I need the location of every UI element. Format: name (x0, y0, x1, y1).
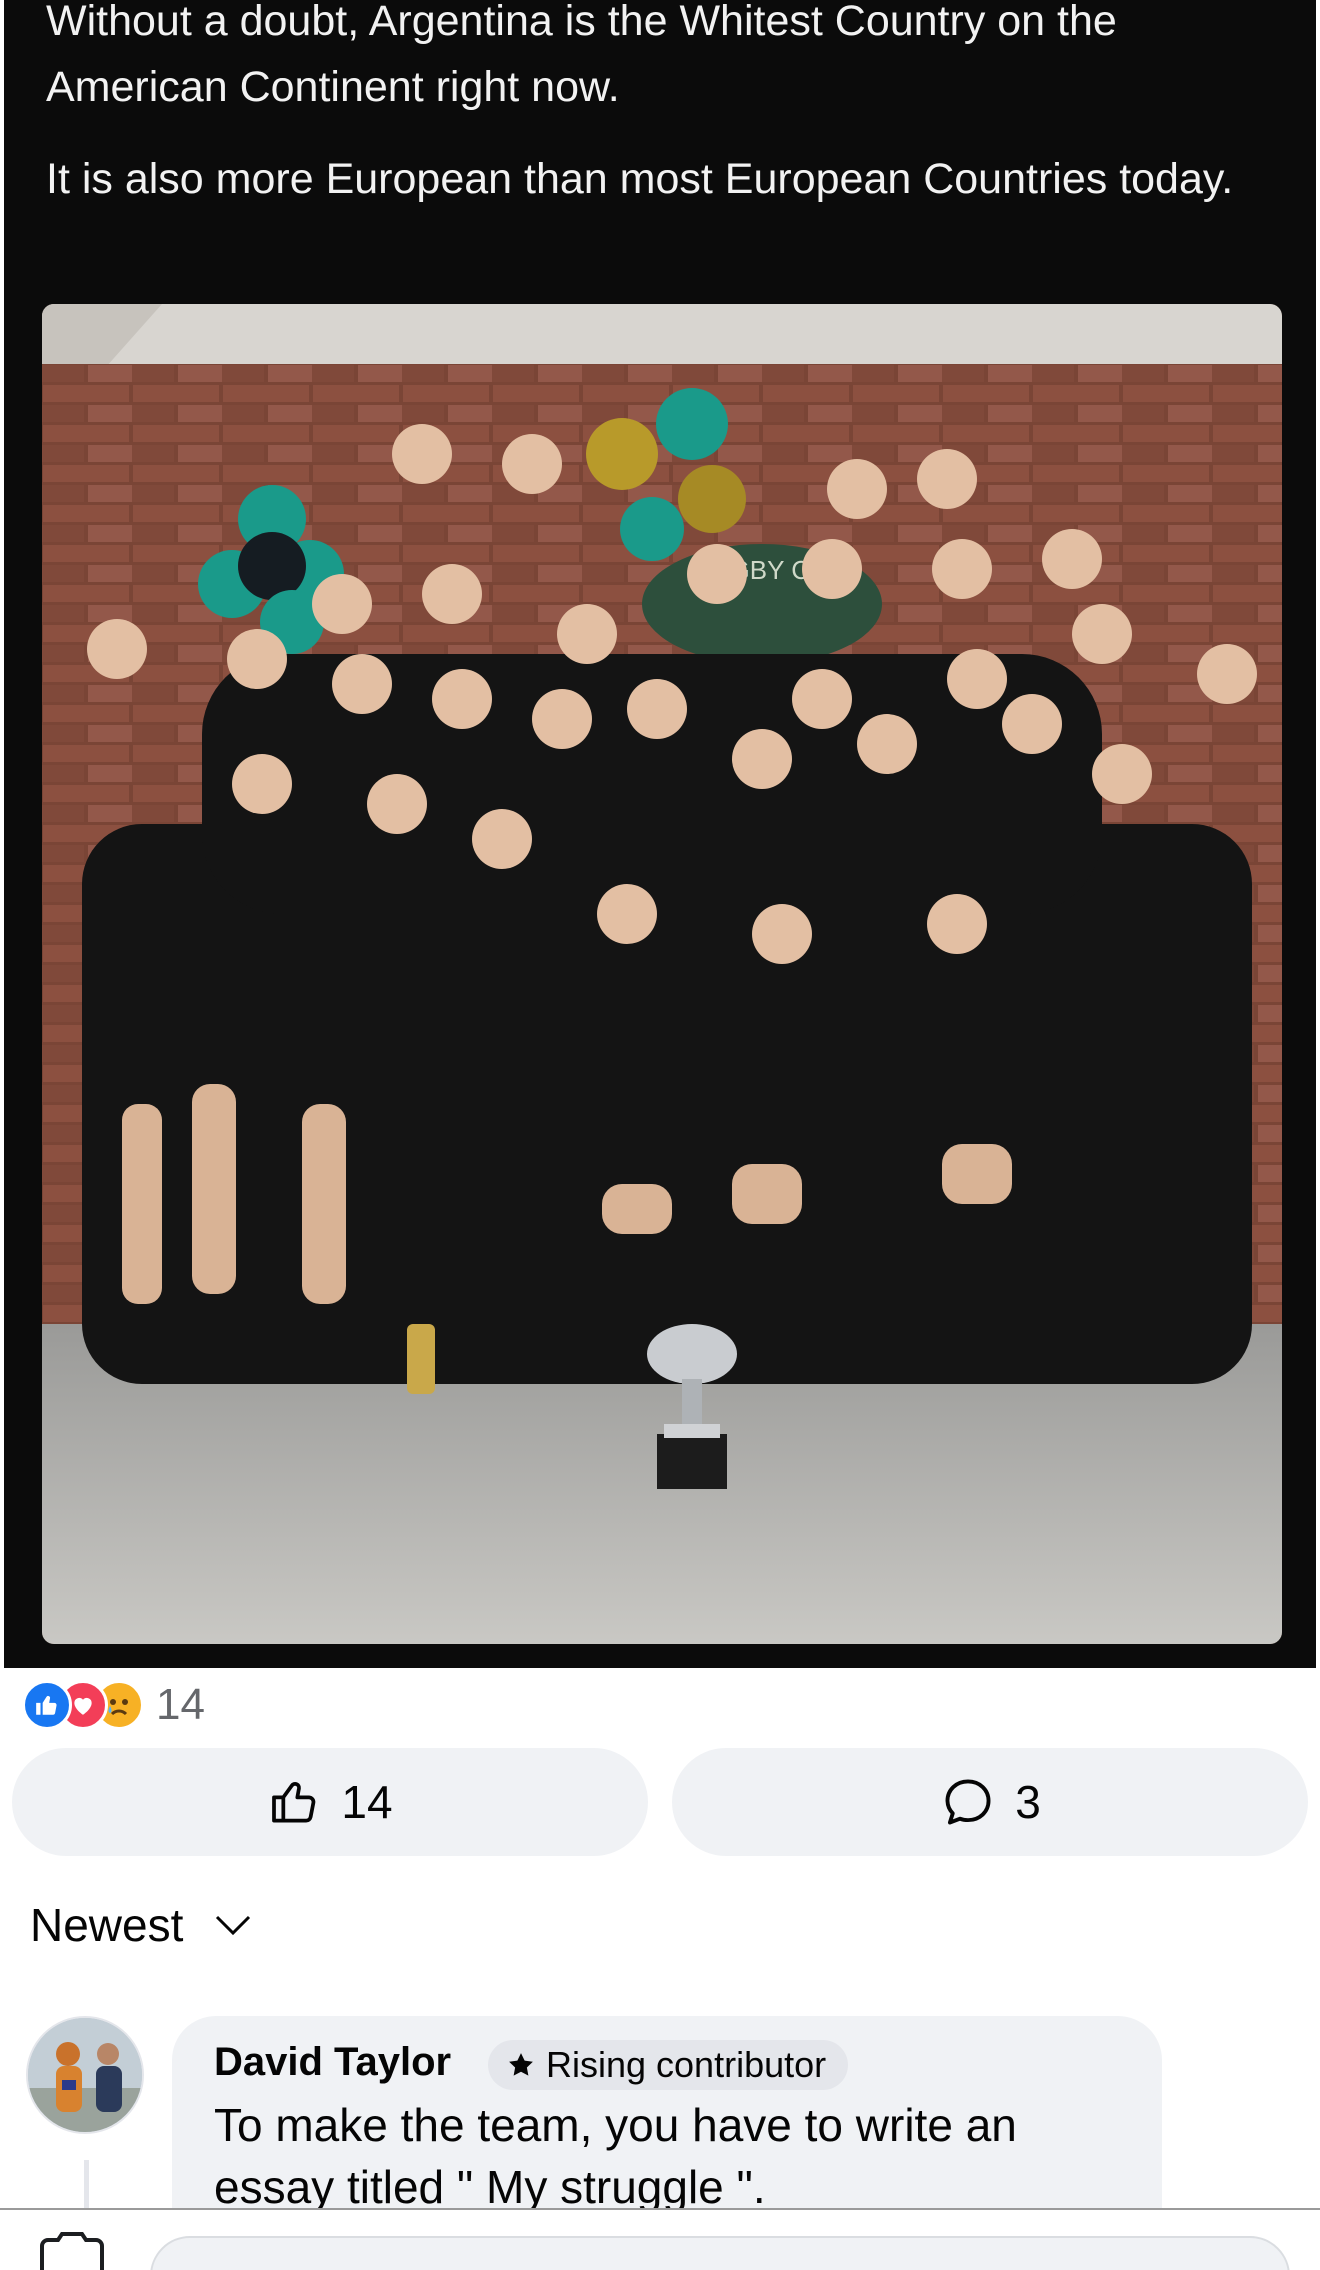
like-count: 14 (341, 1776, 393, 1828)
post-text-paragraph-1: Without a doubt, Argentina is the Whites… (46, 0, 1117, 111)
facebook-post-screen: Without a doubt, Argentina is the Whites… (0, 0, 1320, 2270)
comment-text: To make the team, you have to write an e… (214, 2099, 1017, 2213)
camera-icon[interactable] (36, 2232, 108, 2270)
reaction-summary[interactable]: 14 (22, 1676, 205, 1734)
comment-count: 3 (1015, 1776, 1041, 1828)
post-text-paragraph-2: It is also more European than most Europ… (46, 155, 1234, 203)
badge-label: Rising contributor (546, 2044, 827, 2085)
post-photo[interactable]: RUGBY CLUB (42, 304, 1282, 1644)
like-button[interactable]: 14 (12, 1748, 648, 1856)
reaction-count: 14 (156, 1680, 205, 1729)
shared-post-text: Without a doubt, Argentina is the Whites… (46, 0, 1286, 238)
comment-button[interactable]: 3 (672, 1748, 1308, 1856)
post-media: Without a doubt, Argentina is the Whites… (0, 0, 1320, 1668)
comment-sort-dropdown[interactable]: Newest (30, 1898, 253, 1952)
avatar[interactable] (26, 2016, 144, 2134)
chevron-down-icon (216, 1915, 251, 1936)
comment-bubble-icon (945, 1779, 991, 1825)
avatar-image (28, 2018, 142, 2132)
like-reaction-icon (22, 1680, 72, 1730)
write-comment-input[interactable] (150, 2236, 1290, 2270)
contributor-badge[interactable]: Rising contributor (488, 2040, 849, 2090)
star-icon (509, 2053, 533, 2076)
comment-composer-bar (0, 2208, 1320, 2270)
team-photo-illustration: RUGBY CLUB (42, 304, 1282, 1644)
sort-label: Newest (30, 1899, 184, 1951)
comment-author[interactable]: David Taylor (214, 2040, 451, 2085)
thumbs-up-icon (272, 1782, 316, 1823)
